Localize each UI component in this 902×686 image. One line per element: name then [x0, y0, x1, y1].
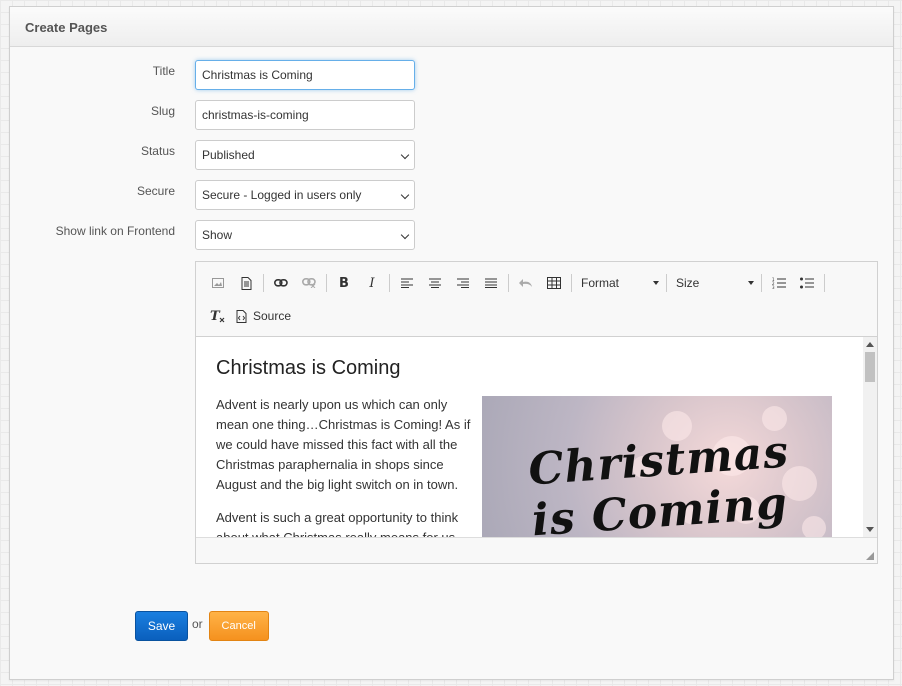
rich-text-editor: B I Format Size 1 2 3 T Source Christmas…: [195, 261, 878, 564]
content-paragraph: Advent is such a great opportunity to th…: [216, 510, 459, 537]
italic-icon: I: [369, 275, 375, 291]
svg-text:3: 3: [772, 285, 775, 289]
format-dropdown[interactable]: Format: [575, 271, 663, 295]
title-input[interactable]: Christmas is Coming: [195, 60, 415, 90]
bold-icon: B: [339, 275, 349, 291]
slug-label: Slug: [150, 104, 175, 118]
source-icon: [236, 309, 247, 323]
scroll-up-icon[interactable]: [866, 342, 874, 347]
svg-text:T: T: [210, 309, 221, 323]
bold-button[interactable]: B: [330, 270, 358, 296]
toolbar-separator: [666, 274, 667, 292]
status-label: Status: [140, 144, 175, 158]
align-center-icon[interactable]: [421, 270, 449, 296]
toolbar-separator: [326, 274, 327, 292]
scrollbar-thumb[interactable]: [865, 352, 875, 382]
toolbar-separator: [508, 274, 509, 292]
source-button[interactable]: Source: [232, 303, 295, 329]
scroll-down-icon[interactable]: [866, 527, 874, 532]
editor-content[interactable]: Christmas is Coming Advent is nearly upo…: [196, 337, 877, 537]
status-select[interactable]: Published: [195, 140, 415, 170]
editor-toolbar: B I Format Size 1 2 3 T Source: [196, 262, 877, 337]
chevron-down-icon: [400, 190, 410, 200]
content-heading: Christmas is Coming: [216, 357, 401, 379]
size-dropdown-label: Size: [676, 276, 700, 290]
secure-select[interactable]: Secure - Logged in users only: [195, 180, 415, 210]
chevron-down-icon: [400, 230, 410, 240]
form-actions: Save or Cancel: [135, 611, 269, 641]
unlink-icon[interactable]: [295, 270, 323, 296]
title-label: Title: [152, 64, 175, 78]
size-dropdown[interactable]: Size: [670, 271, 758, 295]
create-pages-panel: Create Pages Title Christmas is Coming S…: [9, 6, 894, 680]
chevron-down-icon: [400, 150, 410, 160]
numbered-list-icon[interactable]: 123: [765, 270, 793, 296]
bulleted-list-icon[interactable]: [793, 270, 821, 296]
show-link-select-value: Show: [202, 228, 233, 242]
secure-label: Secure: [136, 184, 175, 198]
link-icon[interactable]: [267, 270, 295, 296]
show-link-label: Show link on Frontend: [55, 224, 175, 238]
toolbar-separator: [571, 274, 572, 292]
title-row: Title Christmas is Coming: [10, 60, 893, 90]
resize-handle-icon[interactable]: [866, 552, 874, 560]
panel-title: Create Pages: [10, 7, 893, 47]
christmas-image: Christmas is Coming: [482, 396, 832, 537]
toolbar-separator: [824, 274, 825, 292]
editor-scrollbar[interactable]: [863, 337, 877, 537]
cancel-button[interactable]: Cancel: [208, 611, 269, 641]
undo-icon[interactable]: [512, 270, 540, 296]
editor-statusbar: [196, 537, 877, 563]
toolbar-separator: [389, 274, 390, 292]
table-icon[interactable]: [540, 270, 568, 296]
content-paragraph: Advent is nearly upon us which can only …: [216, 397, 471, 492]
image-icon[interactable]: [204, 270, 232, 296]
toolbar-separator: [761, 274, 762, 292]
dropdown-arrow-icon: [653, 281, 659, 285]
source-button-label: Source: [253, 309, 292, 323]
image-title-text: Christmas is Coming: [526, 426, 791, 537]
status-row: Status Published: [10, 140, 893, 170]
align-right-icon[interactable]: [449, 270, 477, 296]
status-select-value: Published: [202, 148, 255, 162]
save-button[interactable]: Save: [135, 611, 188, 641]
document-icon[interactable]: [232, 270, 260, 296]
dropdown-arrow-icon: [748, 281, 754, 285]
slug-row: Slug christmas-is-coming: [10, 100, 893, 130]
italic-button[interactable]: I: [358, 270, 386, 296]
toolbar-separator: [263, 274, 264, 292]
align-justify-icon[interactable]: [477, 270, 505, 296]
slug-input[interactable]: christmas-is-coming: [195, 100, 415, 130]
align-left-icon[interactable]: [393, 270, 421, 296]
or-text: or: [192, 617, 203, 631]
remove-format-icon[interactable]: T: [204, 303, 232, 329]
format-dropdown-label: Format: [581, 276, 620, 290]
secure-row: Secure Secure - Logged in users only: [10, 180, 893, 210]
show-link-select[interactable]: Show: [195, 220, 415, 250]
secure-select-value: Secure - Logged in users only: [202, 188, 362, 202]
show-link-row: Show link on Frontend Show: [10, 220, 893, 250]
